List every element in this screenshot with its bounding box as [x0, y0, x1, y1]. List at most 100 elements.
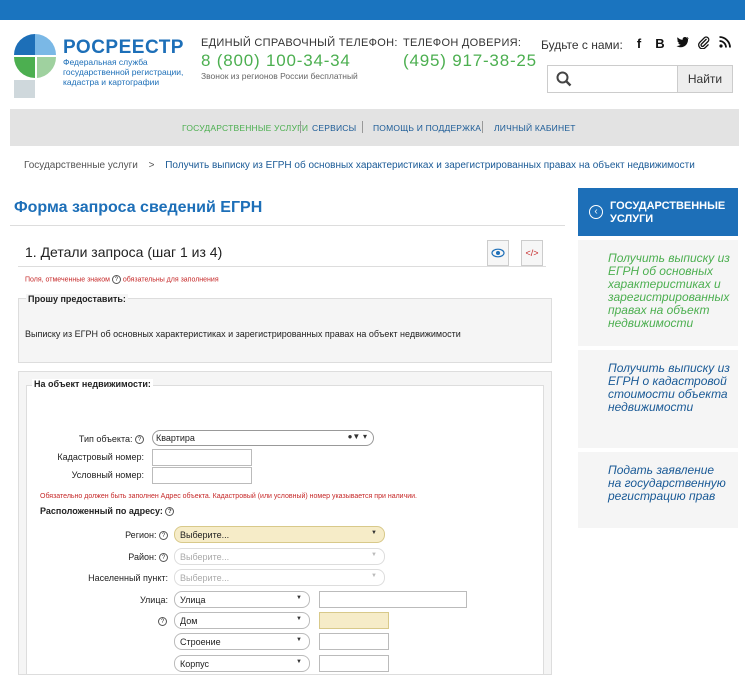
region-value: Выберите...	[180, 530, 230, 540]
locality-value: Выберите...	[180, 573, 230, 583]
chevron-down-icon: ▼	[371, 552, 377, 558]
nav-separator	[300, 121, 301, 133]
locality-label: Населенный пункт:	[88, 573, 168, 583]
step-title: 1. Детали запроса (шаг 1 из 4)	[25, 244, 223, 260]
object-type-label: Тип объекта: ?	[60, 434, 144, 445]
required-note-end: обязательны для заполнения	[122, 276, 219, 284]
logo-subtitle: Федеральная служба государственной регис…	[63, 57, 184, 87]
region-select[interactable]: Выберите... ▼	[174, 526, 385, 543]
rosreestr-logo[interactable]	[12, 32, 58, 100]
help-icon[interactable]: ?	[135, 435, 144, 445]
address-title: Расположенный по адресу: ?	[40, 506, 175, 517]
nav-item-services[interactable]: ГОСУДАРСТВЕННЫЕ УСЛУГИ	[182, 123, 308, 133]
search-button[interactable]: Найти	[677, 66, 732, 92]
trust-phone-number: (495) 917-38-25	[403, 51, 537, 70]
street-input[interactable]	[319, 591, 467, 608]
house-type-select[interactable]: Дом ▼	[174, 612, 310, 629]
chevron-down-icon: ▼	[296, 616, 302, 622]
district-label-text: Район:	[128, 552, 157, 562]
divider	[10, 225, 565, 226]
help-icon[interactable]: ?	[158, 617, 167, 626]
district-select[interactable]: Выберите... ▼	[174, 548, 385, 565]
breadcrumb-separator: >	[148, 160, 155, 171]
sidebar-header[interactable]: ‹ ГОСУДАРСТВЕННЫЕ УСЛУГИ	[578, 188, 738, 236]
object-legend: На объект недвижимости:	[32, 379, 153, 389]
conditional-number-input[interactable]	[152, 467, 252, 484]
top-bar	[0, 0, 745, 20]
help-icon[interactable]: ?	[159, 531, 168, 541]
cadastral-label: Кадастровый номер:	[57, 452, 144, 462]
locality-select[interactable]: Выберите... ▼	[174, 569, 385, 586]
sidebar-item-label: Получить выписку из ЕГРН об основных хар…	[608, 251, 730, 330]
corpus-type-select[interactable]: Корпус ▼	[174, 655, 310, 672]
search-input[interactable]	[576, 68, 676, 90]
provide-description: Выписку из ЕГРН об основных характеристи…	[25, 329, 461, 339]
help-icon[interactable]: ?	[159, 553, 168, 563]
region-label-text: Регион:	[125, 530, 157, 540]
street-type-value: Улица	[180, 595, 206, 605]
user-dropdown-icon: ●▼ ▾	[347, 432, 367, 441]
vk-icon[interactable]: B	[653, 36, 667, 51]
sidebar-item-cadastral-value[interactable]: Получить выписку из ЕГРН о кадастровой с…	[578, 350, 738, 448]
building-input[interactable]	[319, 633, 389, 650]
required-note: Поля, отмеченные знаком ? обязательны дл…	[25, 275, 219, 284]
address-warning: Обязательно должен быть заполнен Адрес о…	[40, 493, 417, 500]
hotline-note: Звонок из регионов России бесплатный	[201, 71, 358, 81]
building-type-select[interactable]: Строение ▼	[174, 633, 310, 650]
trust-phone-label: ТЕЛЕФОН ДОВЕРИЯ:	[403, 37, 522, 49]
chevron-down-icon: ▼	[371, 530, 377, 536]
nav-item-tools[interactable]: СЕРВИСЫ	[312, 123, 356, 133]
chevron-down-icon: ▼	[371, 573, 377, 579]
page-title: Форма запроса сведений ЕГРН	[14, 199, 263, 216]
preview-icon[interactable]	[487, 240, 509, 266]
sidebar-item-label: Подать заявление на государственную реги…	[608, 463, 726, 503]
object-type-value: Квартира	[156, 433, 195, 443]
district-label: Район: ?	[60, 552, 168, 563]
logo-title: РОСРЕЕСТР	[63, 37, 184, 58]
hotline-number: 8 (800) 100-34-34	[201, 51, 351, 70]
street-type-select[interactable]: Улица ▼	[174, 591, 310, 608]
back-arrow-icon[interactable]: ‹	[589, 205, 603, 219]
nav-item-help[interactable]: ПОМОЩЬ И ПОДДЕРЖКА	[373, 123, 481, 133]
chevron-down-icon: ▼	[296, 659, 302, 665]
house-input[interactable]	[319, 612, 389, 629]
corpus-type-value: Корпус	[180, 659, 210, 669]
divider	[18, 266, 546, 267]
help-icon[interactable]: ?	[165, 507, 175, 517]
nav-item-account[interactable]: ЛИЧНЫЙ КАБИНЕТ	[494, 123, 576, 133]
facebook-icon[interactable]: f	[632, 36, 646, 51]
object-type-select[interactable]: Квартира ●▼ ▾	[152, 430, 374, 446]
nav-separator	[362, 121, 363, 133]
sidebar-item-registration[interactable]: Подать заявление на государственную реги…	[578, 452, 738, 528]
xml-icon[interactable]: </>	[521, 240, 543, 266]
district-value: Выберите...	[180, 552, 230, 562]
required-marker-icon: ?	[111, 275, 121, 284]
sidebar-item-label: Получить выписку из ЕГРН о кадастровой с…	[608, 361, 730, 414]
house-type-value: Дом	[180, 616, 198, 626]
clip-icon[interactable]	[697, 36, 711, 52]
address-title-text: Расположенный по адресу:	[40, 506, 163, 516]
nav-separator	[482, 121, 483, 133]
street-label: Улица:	[139, 595, 168, 605]
hotline-label: ЕДИНЫЙ СПРАВОЧНЫЙ ТЕЛЕФОН:	[201, 37, 398, 49]
rss-icon[interactable]	[718, 36, 732, 51]
sidebar-item-egrn-extract[interactable]: Получить выписку из ЕГРН об основных хар…	[578, 240, 738, 346]
twitter-icon[interactable]	[675, 36, 689, 51]
object-type-label-text: Тип объекта:	[78, 434, 133, 444]
provide-legend: Прошу предоставить:	[26, 294, 128, 304]
required-note-start: Поля, отмеченные знаком	[25, 276, 110, 284]
building-type-value: Строение	[180, 637, 221, 647]
search-box: Найти	[547, 65, 733, 93]
sidebar-header-label: ГОСУДАРСТВЕННЫЕ УСЛУГИ	[610, 200, 726, 225]
main-nav: ГОСУДАРСТВЕННЫЕ УСЛУГИ СЕРВИСЫ ПОМОЩЬ И …	[10, 109, 739, 146]
breadcrumb: Государственные услуги > Получить выписк…	[24, 160, 695, 171]
cadastral-number-input[interactable]	[152, 449, 252, 466]
conditional-label: Условный номер:	[71, 470, 144, 480]
breadcrumb-home[interactable]: Государственные услуги	[24, 160, 138, 171]
corpus-input[interactable]	[319, 655, 389, 672]
chevron-down-icon: ▼	[296, 637, 302, 643]
search-icon	[556, 71, 572, 87]
breadcrumb-current[interactable]: Получить выписку из ЕГРН об основных хар…	[165, 160, 695, 171]
social-label: Будьте с нами:	[541, 38, 623, 52]
chevron-down-icon: ▼	[296, 595, 302, 601]
